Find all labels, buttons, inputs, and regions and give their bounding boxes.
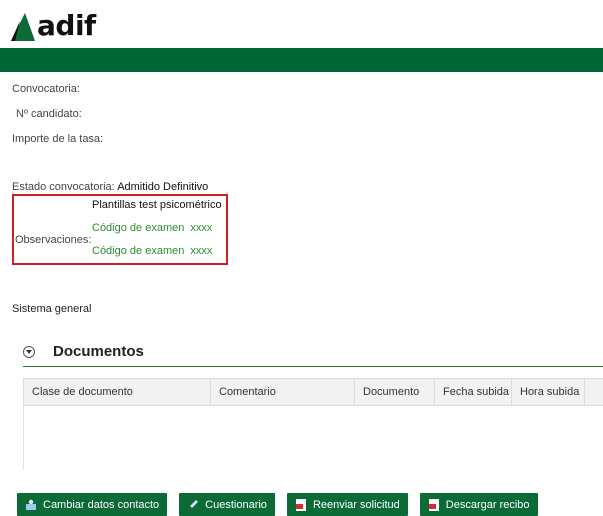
col-documento[interactable]: Documento: [355, 379, 435, 405]
pdf-icon: [295, 498, 307, 511]
header-bar: [0, 48, 603, 72]
descargar-recibo-button[interactable]: Descargar recibo: [419, 493, 538, 516]
col-clase[interactable]: Clase de documento: [24, 379, 211, 405]
observaciones-title: Plantillas test psicométrico: [92, 199, 222, 211]
table-header: Clase de documento Comentario Documento …: [23, 378, 603, 406]
col-hora[interactable]: Hora subida: [512, 379, 585, 405]
action-buttons: Cambiar datos contacto Cuestionario Reen…: [17, 493, 550, 516]
col-fecha[interactable]: Fecha subida: [435, 379, 512, 405]
adif-logo: adif: [11, 9, 96, 43]
exam-code-value: xxxx: [190, 245, 213, 257]
section-divider: [23, 366, 603, 367]
convocatoria-label: Convocatoria:: [12, 83, 80, 95]
adif-logo-icon: [11, 13, 35, 41]
exam-code-value: xxxx: [190, 222, 213, 234]
observaciones-box: Observaciones: Plantillas test psicométr…: [12, 194, 228, 265]
estado-value: Admitido Definitivo: [117, 181, 209, 193]
pdf-icon: [428, 498, 440, 511]
estado-label: Estado convocatoria:: [12, 181, 115, 193]
exam-code-label: Código de examen: [92, 222, 185, 234]
candidato-label: Nº candidato:: [16, 108, 82, 120]
reenviar-solicitud-button[interactable]: Reenviar solicitud: [286, 493, 408, 516]
cuestionario-button[interactable]: Cuestionario: [179, 493, 275, 516]
estado-row: Estado convocatoria: Admitido Definitivo: [12, 181, 208, 193]
collapse-toggle-icon[interactable]: [23, 345, 35, 358]
documentos-table: Clase de documento Comentario Documento …: [23, 378, 603, 470]
brand-name: adif: [37, 9, 96, 42]
exam-code-row: Código de examen xxxx: [92, 222, 212, 234]
documentos-header[interactable]: Documentos: [23, 343, 144, 360]
col-comentario[interactable]: Comentario: [211, 379, 355, 405]
contact-icon: [25, 499, 37, 511]
exam-code-label: Código de examen: [92, 245, 185, 257]
importe-label: Importe de la tasa:: [12, 133, 104, 145]
documentos-title: Documentos: [53, 343, 144, 360]
cambiar-datos-button[interactable]: Cambiar datos contacto: [17, 493, 168, 516]
sistema-label: Sistema general: [12, 303, 92, 315]
exam-code-row: Código de examen xxxx: [92, 245, 212, 257]
table-body: [23, 406, 603, 470]
observaciones-label: Observaciones:: [15, 234, 92, 246]
pencil-icon: [187, 499, 199, 511]
